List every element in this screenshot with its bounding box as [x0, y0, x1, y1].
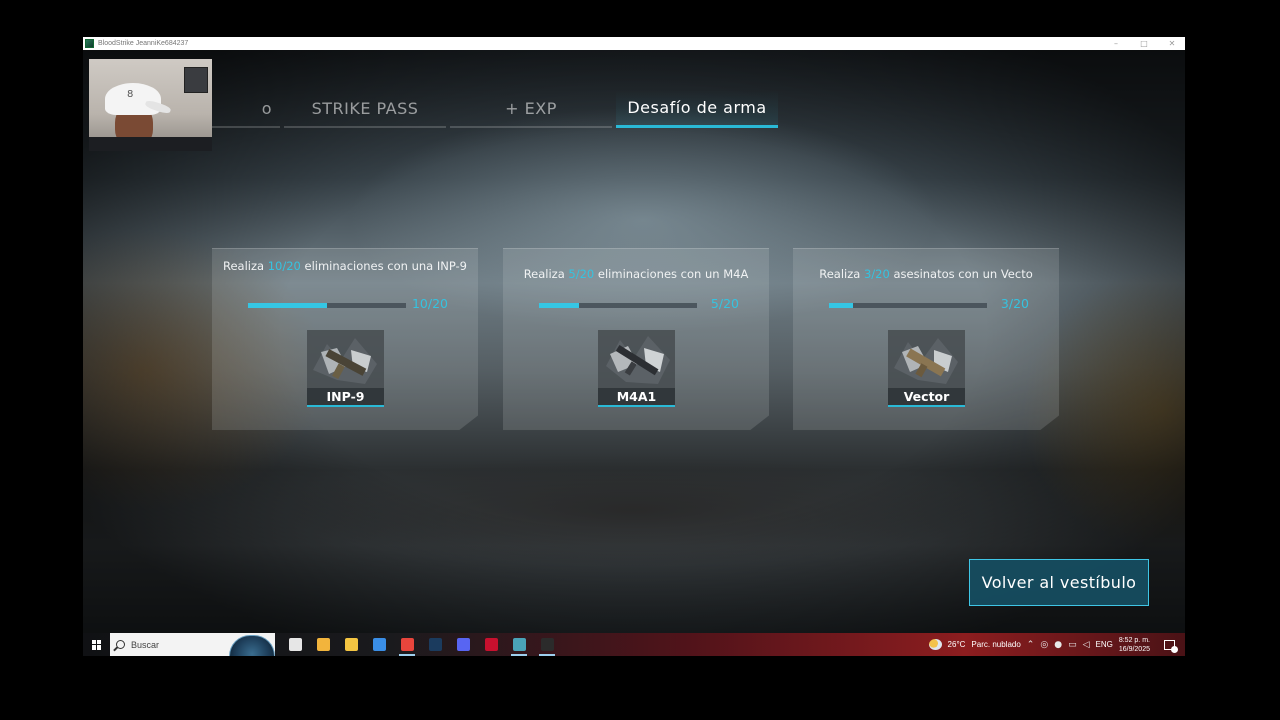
- game-window: BloodStrike JeanniKe684237 – □ ✕ o STRIK…: [83, 37, 1185, 633]
- bloodstrike-app-icon: [85, 39, 94, 48]
- windows-taskbar: Buscar 26°C Parc. nublado ⌃ ◎ ● ▭ ◁ ENG …: [83, 633, 1185, 656]
- file-explorer-icon: [344, 638, 358, 651]
- weapon-name: Vector: [888, 388, 965, 405]
- bloodstrike-taskbar-button[interactable]: [505, 633, 533, 656]
- streamer-shirt: [89, 137, 212, 151]
- tab-strike-pass[interactable]: STRIKE PASS: [284, 90, 446, 128]
- weather-temp[interactable]: 26°C: [948, 640, 966, 649]
- mail-taskbar-button[interactable]: [365, 633, 393, 656]
- copilot-taskbar-button[interactable]: [309, 633, 337, 656]
- system-tray: 26°C Parc. nublado ⌃ ◎ ● ▭ ◁ ENG 8:52 p.…: [928, 636, 1185, 654]
- wall-poster: [184, 67, 208, 93]
- challenge-progress-highlight: 10/20: [267, 259, 301, 273]
- meet-now-icon[interactable]: ◎: [1040, 640, 1048, 650]
- start-button[interactable]: [83, 633, 110, 656]
- challenge-progress-bar: [539, 303, 697, 308]
- network-icon[interactable]: ▭: [1068, 640, 1077, 650]
- tab-bar: o STRIKE PASS + EXP Desafío de arma: [203, 90, 778, 128]
- maximize-button[interactable]: □: [1139, 39, 1149, 48]
- weapon-thumbnail[interactable]: INP-9: [307, 330, 384, 407]
- tab-partial-hidden[interactable]: o: [203, 90, 280, 128]
- obs-taskbar-button[interactable]: [533, 633, 561, 656]
- gun-icon: [894, 338, 958, 384]
- weapon-thumbnail[interactable]: M4A1: [598, 330, 675, 407]
- taskbar-apps: [281, 633, 561, 656]
- weapon-name: M4A1: [598, 388, 675, 405]
- challenge-description: Realiza 3/20 asesinatos con un Vecto: [819, 267, 1033, 281]
- challenge-count: 10/20: [411, 296, 448, 311]
- cap-logo: 8: [127, 89, 134, 100]
- window-title: BloodStrike JeanniKe684237: [98, 40, 189, 47]
- streamer-cap: 8: [105, 83, 161, 115]
- challenge-card-vector[interactable]: Realiza 3/20 asesinatos con un Vecto 3/2…: [793, 248, 1059, 430]
- game-viewport: o STRIKE PASS + EXP Desafío de arma Real…: [83, 50, 1185, 633]
- challenge-count: 3/20: [1000, 296, 1029, 311]
- discord-icon: [456, 638, 470, 651]
- gun-icon: [313, 338, 377, 384]
- task-view-icon: [288, 638, 302, 651]
- weather-icon[interactable]: [928, 639, 942, 650]
- weapon-name: INP-9: [307, 388, 384, 405]
- challenge-count: 5/20: [710, 296, 739, 311]
- challenge-progress-fill: [539, 303, 579, 308]
- language-indicator[interactable]: ENG: [1096, 640, 1113, 649]
- taskbar-search[interactable]: Buscar: [110, 633, 275, 656]
- file-explorer-taskbar-button[interactable]: [337, 633, 365, 656]
- weather-desc[interactable]: Parc. nublado: [971, 640, 1020, 649]
- challenge-progress-highlight: 5/20: [568, 267, 595, 281]
- challenge-progress-highlight: 3/20: [863, 267, 890, 281]
- clock[interactable]: 8:52 p. m. 16/9/2025: [1119, 636, 1150, 654]
- tab-weapon-challenge[interactable]: Desafío de arma: [616, 90, 778, 128]
- search-highlight-globe-icon: [229, 635, 275, 656]
- app-red-icon: [484, 638, 498, 651]
- challenge-progress-fill: [829, 303, 853, 308]
- search-icon: [116, 640, 125, 649]
- chrome-icon: [400, 638, 414, 651]
- mail-icon: [372, 638, 386, 651]
- challenge-card-m4a1[interactable]: Realiza 5/20 eliminaciones con un M4A 5/…: [503, 248, 769, 430]
- notification-icon[interactable]: [1164, 639, 1178, 653]
- challenge-description: Realiza 5/20 eliminaciones con un M4A: [523, 267, 749, 281]
- discord-taskbar-button[interactable]: [449, 633, 477, 656]
- minimize-button[interactable]: –: [1111, 39, 1121, 48]
- webcam-overlay: 8: [89, 59, 212, 151]
- window-titlebar[interactable]: BloodStrike JeanniKe684237 – □ ✕: [83, 37, 1185, 50]
- windows-logo-icon: [91, 639, 102, 650]
- steam-taskbar-button[interactable]: [421, 633, 449, 656]
- challenge-progress-bar: [248, 303, 406, 308]
- steam-icon: [428, 638, 442, 651]
- close-button[interactable]: ✕: [1167, 39, 1177, 48]
- microphone-icon[interactable]: ●: [1054, 640, 1062, 650]
- chrome-taskbar-button[interactable]: [393, 633, 421, 656]
- challenge-progress-bar: [829, 303, 987, 308]
- volume-icon[interactable]: ◁: [1083, 640, 1090, 650]
- challenge-description: Realiza 10/20 eliminaciones con una INP-…: [222, 259, 468, 273]
- clock-date: 16/9/2025: [1118, 645, 1150, 653]
- bloodstrike-icon: [512, 638, 526, 651]
- app-red-taskbar-button[interactable]: [477, 633, 505, 656]
- tab-exp[interactable]: + EXP: [450, 90, 612, 128]
- challenge-progress-fill: [248, 303, 327, 308]
- weapon-thumbnail[interactable]: Vector: [888, 330, 965, 407]
- copilot-icon: [316, 638, 330, 651]
- obs-icon: [540, 638, 554, 651]
- task-view-taskbar-button[interactable]: [281, 633, 309, 656]
- return-to-lobby-button[interactable]: Volver al vestíbulo: [969, 559, 1149, 606]
- chevron-up-icon[interactable]: ⌃: [1027, 640, 1035, 650]
- gun-icon: [606, 336, 670, 384]
- search-placeholder: Buscar: [131, 639, 160, 650]
- clock-time: 8:52 p. m.: [1118, 636, 1150, 644]
- challenge-card-inp9[interactable]: Realiza 10/20 eliminaciones con una INP-…: [212, 248, 478, 430]
